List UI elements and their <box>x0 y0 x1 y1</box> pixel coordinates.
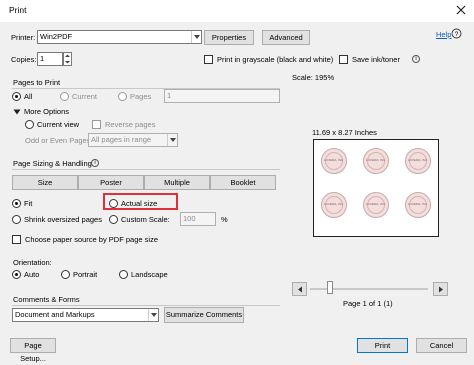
copies-value: 1 <box>40 54 45 63</box>
pages-to-print-header: Pages to Print <box>13 78 61 87</box>
orientation-portrait-radio[interactable] <box>61 270 70 279</box>
label-text: LOVEMA, INC. <box>407 202 429 206</box>
comments-value: Document and Markups <box>15 310 95 319</box>
preview-size: 11.69 x 8.27 Inches <box>312 128 377 137</box>
orientation-header: Orientation: <box>13 258 52 267</box>
divider <box>12 305 280 306</box>
printer-label: Printer: <box>11 33 36 42</box>
reverse-pages-checkbox[interactable] <box>92 120 101 129</box>
copies-stepper[interactable] <box>63 52 72 66</box>
pages-input-value: 1 <box>167 91 172 100</box>
chevron-right-icon <box>438 286 443 293</box>
printer-select[interactable]: Win2PDF <box>37 30 202 44</box>
properties-button[interactable]: Properties <box>204 30 254 45</box>
title-bar: Print <box>0 0 474 22</box>
actual-size-radio[interactable] <box>109 199 118 208</box>
odd-even-label: Odd or Even Pages: <box>25 136 93 145</box>
tab-booklet[interactable]: Booklet <box>210 175 276 190</box>
label-circle: LOVEMA, INC. <box>321 192 347 218</box>
shrink-label: Shrink oversized pages <box>24 215 102 224</box>
svg-text:?: ? <box>455 31 459 38</box>
orientation-portrait-label: Portrait <box>73 270 98 279</box>
actual-size-label: Actual size <box>121 199 158 208</box>
custom-scale-input[interactable]: 100 <box>180 212 216 226</box>
summarize-comments-button[interactable]: Summarize Comments <box>164 307 244 323</box>
paper-source-checkbox[interactable] <box>12 235 21 244</box>
odd-even-value: All pages in range <box>91 135 152 144</box>
fit-radio[interactable] <box>12 199 21 208</box>
pages-label: Pages <box>130 92 152 101</box>
chevron-left-icon <box>297 286 302 293</box>
info-icon[interactable]: i <box>91 159 99 167</box>
current-view-label: Current view <box>37 120 80 129</box>
reverse-pages-label: Reverse pages <box>105 120 156 129</box>
label-text: LOVEMA, INC. <box>323 202 345 206</box>
grayscale-checkbox[interactable] <box>204 55 213 64</box>
tab-poster[interactable]: Poster <box>78 175 144 190</box>
comments-select[interactable]: Document and Markups <box>12 308 159 322</box>
tab-multiple[interactable]: Multiple <box>144 175 210 190</box>
label-circle: LOVEMA, INC. <box>321 148 347 174</box>
orientation-auto-label: Auto <box>24 270 40 279</box>
label-circle: LOVEMA, INC. <box>405 192 431 218</box>
chevron-down-icon <box>167 134 177 146</box>
print-button[interactable]: Print <box>357 338 408 353</box>
label-circle: LOVEMA, INC. <box>405 148 431 174</box>
label-circle: LOVEMA, INC. <box>363 192 389 218</box>
advanced-button[interactable]: Advanced <box>262 30 310 45</box>
all-radio[interactable] <box>12 92 21 101</box>
more-options-toggle[interactable]: More Options <box>24 107 69 116</box>
prev-page-button[interactable] <box>292 282 307 296</box>
page-slider-handle[interactable] <box>327 281 333 294</box>
label-circle: LOVEMA, INC. <box>363 148 389 174</box>
printer-value: Win2PDF <box>40 32 73 41</box>
pages-radio[interactable] <box>118 92 127 101</box>
copies-label: Copies: <box>11 55 37 64</box>
window-title: Print <box>9 5 27 15</box>
chevron-down-icon <box>191 31 201 43</box>
collapse-triangle-icon[interactable] <box>13 108 21 116</box>
page-setup-button[interactable]: Page Setup... <box>10 338 56 363</box>
label-text: LOVEMA, INC. <box>407 158 429 162</box>
orientation-auto-radio[interactable] <box>12 270 21 279</box>
label-text: LOVEMA, INC. <box>365 202 387 206</box>
close-icon[interactable] <box>454 3 468 17</box>
next-page-button[interactable] <box>433 282 448 296</box>
orientation-landscape-label: Landscape <box>131 270 168 279</box>
current-view-radio[interactable] <box>25 120 34 129</box>
stepper-arrows-icon <box>65 54 70 64</box>
grayscale-label: Print in grayscale (black and white) <box>217 55 334 64</box>
tab-size[interactable]: Size <box>12 175 78 190</box>
pages-input[interactable]: 1 <box>164 89 280 103</box>
help-link[interactable]: Help <box>436 30 451 39</box>
chevron-down-icon <box>148 309 158 321</box>
page-indicator: Page 1 of 1 (1) <box>343 299 393 308</box>
fit-label: Fit <box>24 199 33 208</box>
label-text: LOVEMA, INC. <box>365 158 387 162</box>
comments-header: Comments & Forms <box>13 295 80 304</box>
current-radio[interactable] <box>60 92 69 101</box>
save-ink-label: Save ink/toner <box>352 55 400 64</box>
cancel-button[interactable]: Cancel <box>416 338 467 353</box>
current-label: Current <box>72 92 98 101</box>
custom-scale-value: 100 <box>183 214 196 223</box>
help-icon[interactable]: ? <box>451 28 462 39</box>
percent-label: % <box>221 215 228 224</box>
odd-even-select[interactable]: All pages in range <box>88 133 178 147</box>
copies-input[interactable]: 1 <box>37 52 63 66</box>
info-icon[interactable]: i <box>412 55 420 63</box>
custom-scale-radio[interactable] <box>109 215 118 224</box>
shrink-radio[interactable] <box>12 215 21 224</box>
preview-scale: Scale: 195% <box>292 73 335 82</box>
preview-page: LOVEMA, INC. LOVEMA, INC. LOVEMA, INC. L… <box>313 139 439 237</box>
custom-scale-label: Custom Scale: <box>121 215 170 224</box>
all-label: All <box>24 92 33 101</box>
save-ink-checkbox[interactable] <box>339 55 348 64</box>
paper-source-label: Choose paper source by PDF page size <box>25 235 158 244</box>
divider <box>12 169 280 170</box>
page-sizing-header: Page Sizing & Handling <box>13 159 92 168</box>
label-text: LOVEMA, INC. <box>323 158 345 162</box>
orientation-landscape-radio[interactable] <box>119 270 128 279</box>
